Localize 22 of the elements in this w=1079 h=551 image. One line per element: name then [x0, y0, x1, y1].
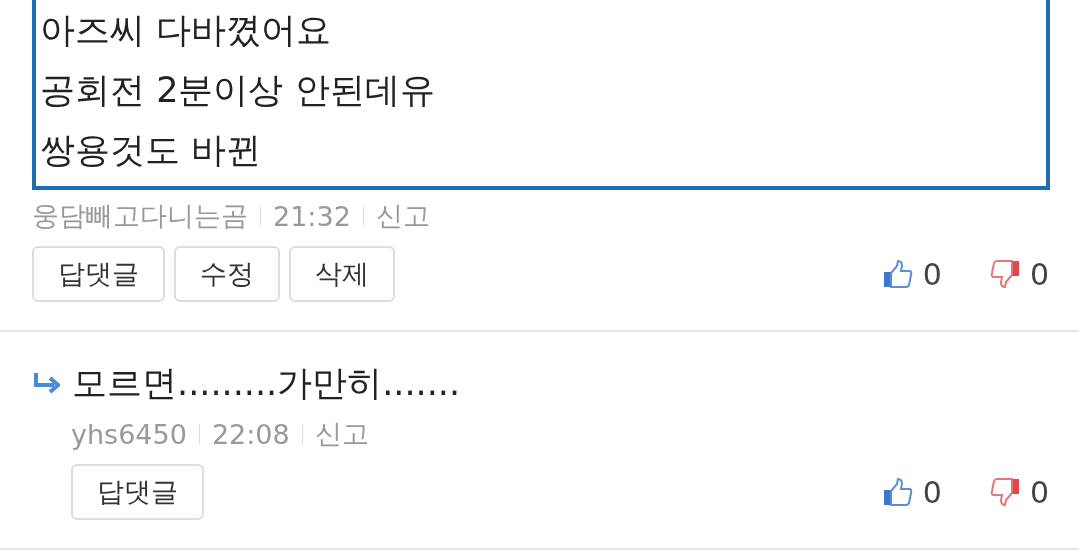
action-button[interactable]: 삭제 — [289, 246, 395, 302]
dislike-count: 0 — [1029, 474, 1049, 510]
thumbs-up-icon[interactable] — [882, 260, 913, 288]
comment-time: 22:08 — [211, 418, 290, 450]
dislike-count: 0 — [1029, 256, 1049, 292]
thumbs-up-icon[interactable] — [882, 478, 913, 506]
like-count: 0 — [922, 256, 942, 292]
comment-text: 아즈씨 다바꼈어요 — [40, 9, 333, 52]
thumbs-down-icon[interactable] — [989, 260, 1020, 288]
thumbs-down-icon[interactable] — [989, 478, 1020, 506]
author-name: yhs6450 — [71, 418, 187, 450]
action-button[interactable]: 답댓글 — [71, 464, 204, 520]
action-button[interactable]: 답댓글 — [32, 246, 165, 302]
reply-arrow-icon — [32, 372, 60, 394]
author-name: 웅담빼고다니는곰 — [32, 199, 248, 233]
like-count: 0 — [922, 474, 942, 510]
comment-text: 쌍용것도 바뀐 — [40, 129, 263, 172]
action-button[interactable]: 수정 — [174, 246, 280, 302]
comment-time: 21:32 — [273, 200, 351, 232]
comment-text: 모르면.........가만히....... — [72, 362, 461, 405]
comment-edit-box[interactable]: 아즈씨 다바꼈어요 공회전 2분이상 안된데유 쌍용것도 바뀐 — [32, 0, 1050, 190]
comment-text: 공회전 2분이상 안된데유 — [40, 69, 436, 112]
